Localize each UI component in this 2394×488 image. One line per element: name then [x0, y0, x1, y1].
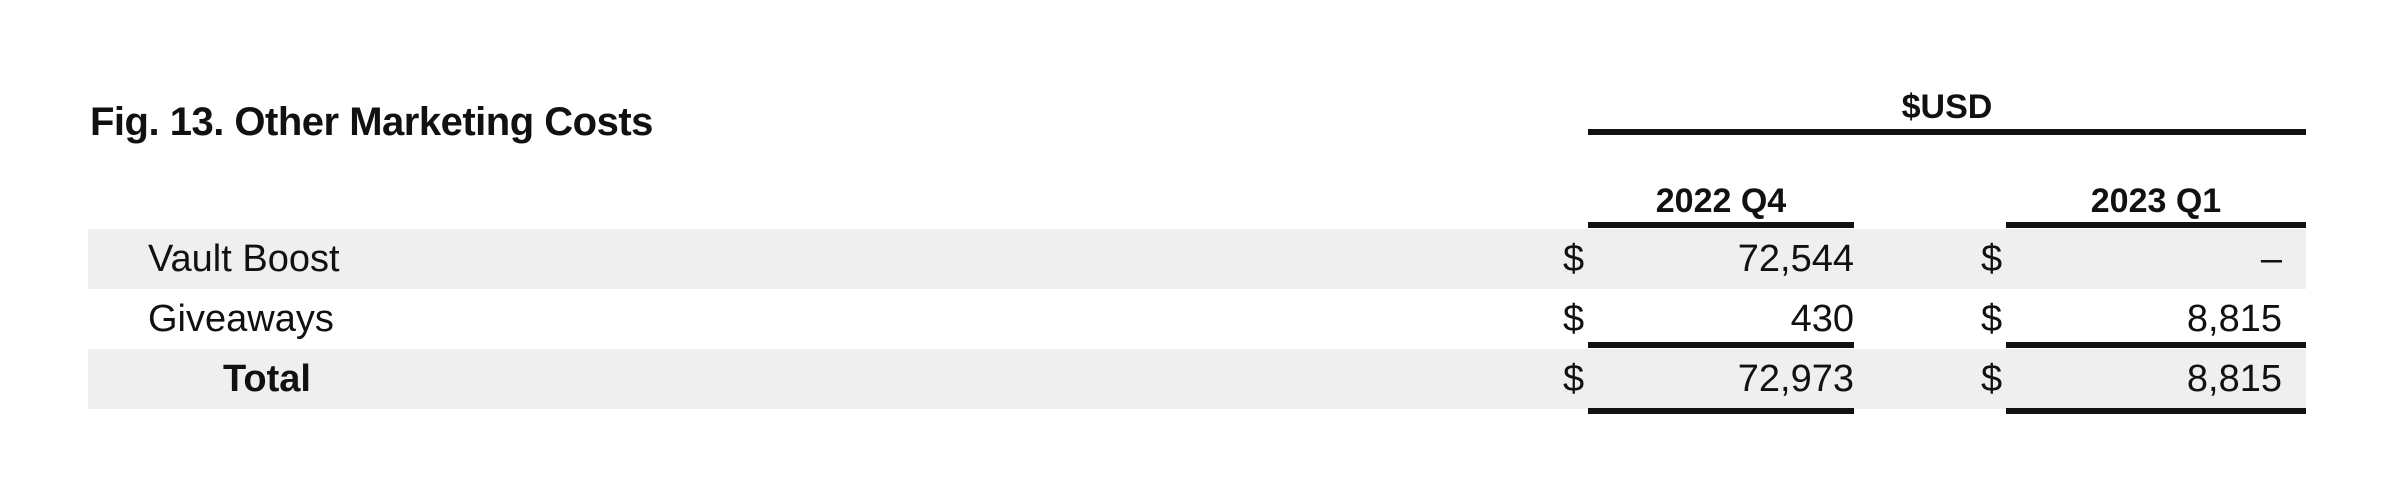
- table-row-vault-boost: Vault Boost $ 72,544 $ –: [88, 229, 2306, 289]
- figure-title: Fig. 13. Other Marketing Costs: [90, 100, 653, 144]
- currency-symbol: $: [1563, 298, 1585, 340]
- value-2022-q4: 72,544: [1737, 238, 1854, 280]
- table-row-giveaways: Giveaways $ 430 $ 8,815: [88, 289, 2306, 349]
- table-row-total: Total $ 72,973 $ 8,815: [88, 349, 2306, 409]
- subtotal-rule-2023-q1: [2006, 342, 2306, 348]
- currency-header: $USD: [1901, 88, 1993, 126]
- currency-symbol: $: [1563, 358, 1585, 400]
- subtotal-rule-2022-q4: [1588, 342, 1854, 348]
- column-header-2023-q1: 2023 Q1: [2090, 182, 2222, 220]
- row-label-total: Total: [223, 358, 311, 400]
- column-header-rule-2022-q4: [1588, 222, 1854, 228]
- row-label-giveaways: Giveaways: [148, 298, 334, 340]
- total-rule-2023-q1: [2006, 408, 2306, 414]
- total-2023-q1: 8,815: [2186, 358, 2282, 400]
- row-label-vault-boost: Vault Boost: [148, 238, 340, 280]
- currency-symbol: $: [1981, 298, 2003, 340]
- value-2023-q1: 8,815: [2186, 298, 2282, 340]
- currency-header-rule: [1588, 129, 2306, 135]
- total-rule-2022-q4: [1588, 408, 1854, 414]
- currency-symbol: $: [1981, 238, 2003, 280]
- value-2022-q4: 430: [1790, 298, 1854, 340]
- column-header-rule-2023-q1: [2006, 222, 2306, 228]
- value-2023-q1: –: [2260, 238, 2282, 280]
- total-2022-q4: 72,973: [1737, 358, 1854, 400]
- currency-symbol: $: [1981, 358, 2003, 400]
- column-header-2022-q4: 2022 Q4: [1655, 182, 1787, 220]
- currency-symbol: $: [1563, 238, 1585, 280]
